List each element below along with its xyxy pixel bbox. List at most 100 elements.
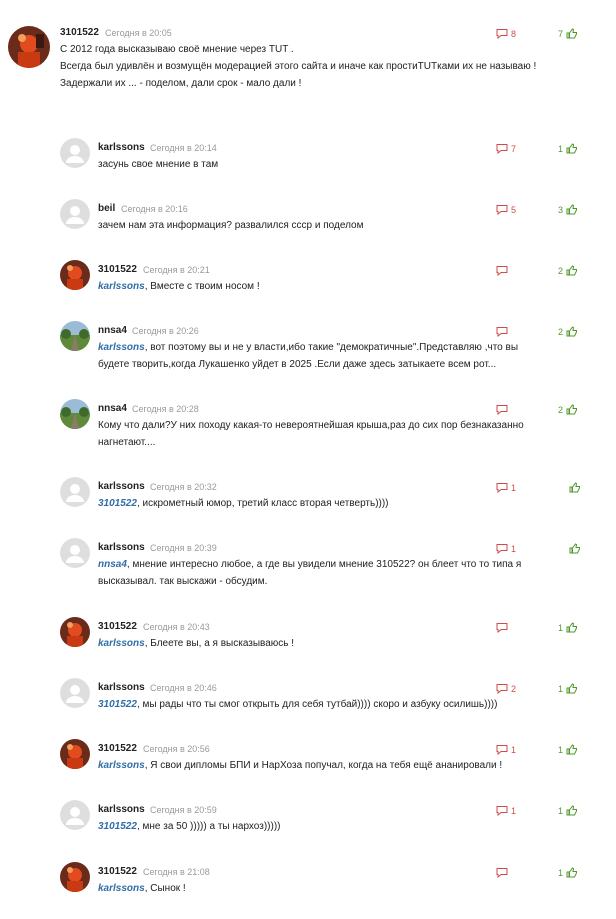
comment-author[interactable]: 3101522	[98, 621, 137, 632]
dislike-button[interactable]	[496, 622, 511, 633]
chat-bubble-icon	[496, 683, 508, 694]
reply-to-link[interactable]: karlssons	[98, 281, 145, 292]
dislike-button[interactable]: 2	[496, 683, 516, 694]
comment-author[interactable]: nnsa4	[98, 403, 127, 414]
comment-author[interactable]: beil	[98, 203, 115, 214]
like-button[interactable]: 7	[558, 28, 578, 39]
like-button[interactable]: 1	[558, 805, 578, 816]
reply-to-link[interactable]: 3101522	[98, 699, 137, 710]
comment-author[interactable]: 3101522	[98, 866, 137, 877]
thumb-up-icon	[566, 265, 578, 276]
comment-line-text: , мы рады что ты смог открыть для себя т…	[136, 699, 498, 710]
like-button[interactable]	[566, 543, 581, 554]
dislike-button[interactable]: 5	[496, 204, 516, 215]
comment-time: Сегодня в 20:28	[132, 404, 199, 414]
like-button[interactable]: 3	[558, 204, 578, 215]
avatar[interactable]	[60, 399, 90, 429]
reply-to-link[interactable]: 3101522	[98, 498, 137, 509]
comment-author[interactable]: karlssons	[98, 682, 145, 693]
comment-time: Сегодня в 20:05	[105, 28, 172, 38]
comment-author[interactable]: karlssons	[98, 804, 145, 815]
thumb-up-icon	[569, 543, 581, 554]
reply-to-link[interactable]: karlssons	[98, 883, 145, 894]
dislike-button[interactable]: 1	[496, 805, 516, 816]
avatar[interactable]	[60, 260, 90, 290]
avatar[interactable]	[60, 199, 90, 229]
dislike-button[interactable]: 8	[496, 28, 516, 39]
comment-line-text: , вот поэтому вы и не у власти,ибо такие…	[144, 342, 519, 353]
comment-line: karlssons, Блеете вы, а я высказываюсь !	[98, 635, 598, 652]
comment-line: karlssons, Я свои дипломы БПИ и НарХоза …	[98, 757, 598, 774]
avatar[interactable]	[60, 617, 90, 647]
like-button[interactable]: 2	[558, 326, 578, 337]
chat-bubble-icon	[496, 265, 508, 276]
avatar[interactable]	[60, 739, 90, 769]
thumb-up-icon	[566, 404, 578, 415]
chat-bubble-icon	[496, 143, 508, 154]
like-count: 2	[558, 404, 564, 415]
like-button[interactable]: 2	[558, 404, 578, 415]
avatar[interactable]	[60, 678, 90, 708]
thumb-up-icon	[566, 143, 578, 154]
thumb-up-icon	[569, 482, 581, 493]
avatar[interactable]	[60, 538, 90, 568]
like-button[interactable]: 1	[558, 622, 578, 633]
comment-author[interactable]: karlssons	[98, 542, 145, 553]
comment-line: С 2012 года высказываю своё мнение через…	[60, 44, 294, 55]
comment-line-text: , Вместе с твоим носом !	[144, 281, 260, 292]
like-button[interactable]: 2	[558, 265, 578, 276]
like-button[interactable]	[566, 482, 581, 493]
comment-author[interactable]: 3101522	[98, 743, 137, 754]
avatar[interactable]	[60, 477, 90, 507]
comment-text: 3101522, мне за 50 ))))) а ты нархоз))))…	[98, 818, 598, 835]
avatar[interactable]	[60, 138, 90, 168]
dislike-button[interactable]: 7	[496, 143, 516, 154]
dislike-button[interactable]	[496, 404, 511, 415]
comment-line: засунь свое мнение в там	[98, 159, 219, 170]
chat-bubble-icon	[496, 622, 508, 633]
reply-to-link[interactable]: nnsa4	[98, 559, 127, 570]
dislike-button[interactable]	[496, 867, 511, 878]
avatar[interactable]	[60, 862, 90, 892]
dislike-button[interactable]	[496, 265, 511, 276]
dislike-count: 8	[511, 28, 517, 39]
comment-author[interactable]: nnsa4	[98, 325, 127, 336]
comment-text: засунь свое мнение в там	[98, 156, 598, 173]
comment-line: будете творить,когда Лукашенко уйдет в 2…	[98, 359, 497, 370]
avatar[interactable]	[60, 321, 90, 351]
comment-time: Сегодня в 20:46	[150, 683, 217, 693]
comment-time: Сегодня в 20:59	[150, 805, 217, 815]
comment-line-text: , Я свои дипломы БПИ и НарХоза попучал, …	[144, 760, 503, 771]
comment-author[interactable]: 3101522	[60, 27, 99, 38]
like-button[interactable]: 1	[558, 744, 578, 755]
comment-time: Сегодня в 20:32	[150, 482, 217, 492]
like-button[interactable]: 1	[558, 143, 578, 154]
avatar[interactable]	[8, 26, 50, 68]
comment-author[interactable]: karlssons	[98, 481, 145, 492]
dislike-count: 1	[511, 543, 517, 554]
reply-to-link[interactable]: karlssons	[98, 638, 145, 649]
comment-author[interactable]: karlssons	[98, 142, 145, 153]
like-button[interactable]: 1	[558, 867, 578, 878]
comment-time: Сегодня в 20:56	[143, 744, 210, 754]
comment-time: Сегодня в 20:21	[143, 265, 210, 275]
reply-to-link[interactable]: karlssons	[98, 760, 145, 771]
avatar[interactable]	[60, 800, 90, 830]
like-button[interactable]: 1	[558, 683, 578, 694]
dislike-count: 2	[511, 683, 517, 694]
dislike-button[interactable]: 1	[496, 543, 516, 554]
chat-bubble-icon	[496, 482, 508, 493]
comment-line: 3101522, мне за 50 ))))) а ты нархоз))))…	[98, 818, 598, 835]
comment-author[interactable]: 3101522	[98, 264, 137, 275]
thumb-up-icon	[566, 622, 578, 633]
dislike-button[interactable]: 1	[496, 482, 516, 493]
dislike-button[interactable]	[496, 326, 511, 337]
comment-text: karlssons, вот поэтому вы и не у власти,…	[98, 339, 598, 373]
thumb-up-icon	[566, 805, 578, 816]
like-count: 1	[558, 805, 564, 816]
dislike-button[interactable]: 1	[496, 744, 516, 755]
thumb-up-icon	[566, 326, 578, 337]
reply-to-link[interactable]: 3101522	[98, 821, 137, 832]
comment-text: karlssons, Блеете вы, а я высказываюсь !	[98, 635, 598, 652]
reply-to-link[interactable]: karlssons	[98, 342, 145, 353]
